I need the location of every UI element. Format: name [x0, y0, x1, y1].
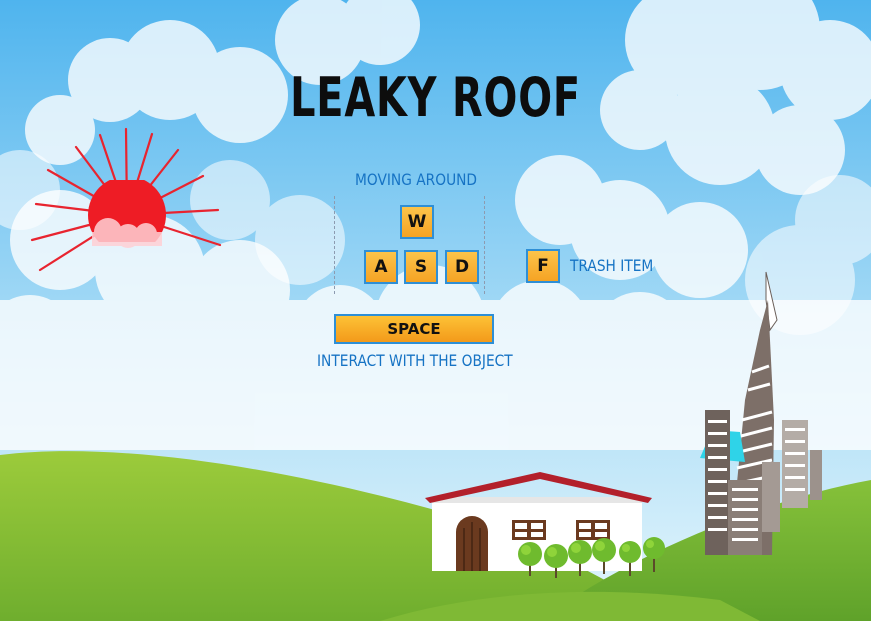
- a-key: A: [364, 250, 398, 284]
- interact-label: INTERACT WITH THE OBJECT: [317, 351, 513, 370]
- d-key: D: [445, 250, 479, 284]
- game-title: LEAKY ROOF: [290, 66, 581, 129]
- space-key: SPACE: [334, 314, 494, 344]
- s-key: S: [404, 250, 438, 284]
- moving-around-label: MOVING AROUND: [355, 170, 478, 189]
- trash-item-label: TRASH ITEM: [570, 256, 654, 275]
- f-key: F: [526, 249, 560, 283]
- w-key: W: [400, 205, 434, 239]
